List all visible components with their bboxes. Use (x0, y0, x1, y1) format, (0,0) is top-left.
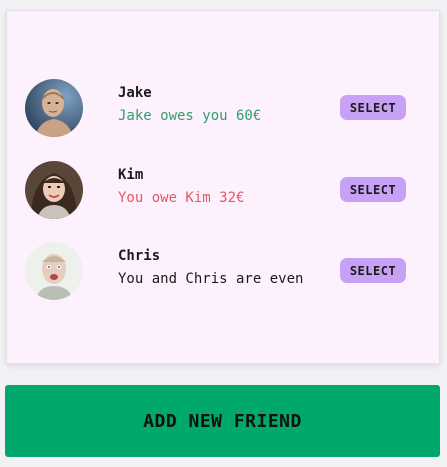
friend-name: Chris (118, 248, 161, 264)
select-button-jake[interactable]: SELECT (340, 95, 406, 120)
app-root: Jake Jake owes you 60€ SELECT Kim You ow (0, 0, 447, 467)
balance-status: You and Chris are even (118, 271, 304, 287)
avatar-kim-icon (25, 161, 83, 219)
friend-name: Kim (118, 167, 144, 183)
balance-status: Jake owes you 60€ (118, 108, 262, 124)
friend-item-jake[interactable]: Jake Jake owes you 60€ SELECT (25, 79, 429, 137)
select-button-chris[interactable]: SELECT (340, 258, 406, 283)
balance-status: You owe Kim 32€ (118, 190, 245, 206)
friend-item-kim[interactable]: Kim You owe Kim 32€ SELECT (25, 161, 429, 219)
friend-name: Jake (118, 85, 152, 101)
friends-list: Jake Jake owes you 60€ SELECT Kim You ow (6, 10, 440, 364)
friend-item-chris[interactable]: Chris You and Chris are even SELECT (25, 242, 429, 300)
avatar-jake-icon (25, 79, 83, 137)
add-new-friend-button[interactable]: ADD NEW FRIEND (5, 385, 440, 457)
avatar-chris-icon (25, 242, 83, 300)
select-button-kim[interactable]: SELECT (340, 177, 406, 202)
